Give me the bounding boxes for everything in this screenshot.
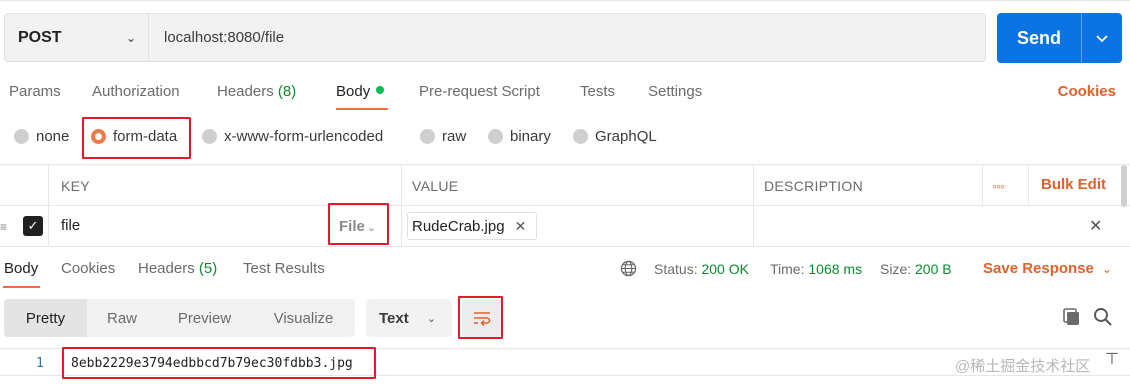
tab-headers-label: Headers — [217, 83, 274, 100]
request-bar: POST ⌄ localhost:8080/file — [4, 13, 986, 62]
tab-body[interactable]: Body — [336, 83, 385, 100]
globe-icon[interactable] — [620, 260, 637, 277]
view-preview[interactable]: Preview — [157, 299, 252, 337]
response-tabs: Body Cookies Headers (5) Test Results St… — [0, 256, 1130, 288]
size-value: 200 B — [915, 261, 952, 277]
response-tab-body[interactable]: Body — [4, 260, 38, 277]
format-label: Text — [379, 309, 409, 327]
time-value: 1068 ms — [808, 261, 863, 277]
method-select[interactable]: POST ⌄ — [5, 14, 149, 61]
body-type-none-label: none — [36, 128, 70, 145]
radio-icon — [420, 129, 435, 144]
save-response-label: Save Response — [983, 260, 1094, 277]
tab-prerequest-script[interactable]: Pre-request Script — [419, 83, 540, 100]
cookies-link[interactable]: Cookies — [1058, 83, 1116, 100]
send-options-chevron-icon[interactable] — [1082, 13, 1122, 63]
body-active-dot-icon — [376, 86, 385, 94]
body-type-raw-label: raw — [442, 128, 467, 145]
active-response-tab-indicator — [3, 286, 40, 288]
time-label: Time: — [770, 261, 805, 277]
highlight-box-file-type — [328, 203, 389, 245]
url-input[interactable]: localhost:8080/file — [149, 14, 985, 61]
row-key-input[interactable]: file — [61, 217, 80, 234]
top-border — [0, 0, 1130, 4]
tab-settings[interactable]: Settings — [648, 83, 702, 100]
column-key: KEY — [61, 177, 90, 194]
request-tabs: Params Authorization Headers (8) Body Pr… — [0, 80, 1130, 110]
line-number: 1 — [36, 356, 44, 371]
status-label: Status: — [654, 261, 698, 277]
chevron-down-icon: ⌄ — [426, 312, 436, 325]
file-chip-name: RudeCrab.jpg — [412, 217, 505, 235]
format-select[interactable]: Text ⌄ — [366, 299, 452, 337]
body-type-graphql[interactable]: GraphQL — [573, 128, 657, 145]
view-visualize[interactable]: Visualize — [252, 299, 355, 337]
body-type-graphql-label: GraphQL — [595, 128, 657, 145]
column-value: VALUE — [412, 177, 459, 194]
tab-params[interactable]: Params — [9, 83, 61, 100]
response-tab-headers-label: Headers — [138, 260, 195, 277]
body-type-binary[interactable]: binary — [488, 128, 551, 145]
scrollbar[interactable] — [1121, 165, 1127, 207]
tab-authorization[interactable]: Authorization — [92, 83, 180, 100]
copy-icon[interactable] — [1061, 306, 1083, 328]
active-tab-indicator — [336, 108, 388, 110]
response-tab-cookies[interactable]: Cookies — [61, 260, 115, 277]
time-readout: Time: 1068 ms — [770, 261, 862, 277]
send-label[interactable]: Send — [997, 13, 1081, 63]
body-type-binary-label: binary — [510, 128, 551, 145]
body-type-raw[interactable]: raw — [420, 128, 466, 145]
tab-headers-count: (8) — [277, 83, 297, 100]
text-cursor-icon: ⊤ — [1105, 351, 1119, 368]
body-type-none[interactable]: none — [14, 128, 69, 145]
view-pretty[interactable]: Pretty — [4, 299, 87, 337]
remove-file-icon[interactable]: ✕ — [515, 218, 527, 235]
file-chip[interactable]: RudeCrab.jpg ✕ — [407, 212, 538, 240]
watermark: @稀土掘金技术社区 — [955, 358, 1091, 375]
row-enabled-checkbox[interactable]: ✓ — [23, 216, 43, 236]
chevron-down-icon: ⌄ — [1101, 262, 1112, 276]
table-row: ≡ ✓ file File ⌄ RudeCrab.jpg ✕ ✕ — [0, 206, 1130, 247]
size-readout: Size: 200 B — [880, 261, 952, 277]
table-header: KEY VALUE DESCRIPTION ◦◦◦ Bulk Edit — [0, 165, 1130, 206]
body-type-urlencoded-label: x-www-form-urlencoded — [224, 128, 384, 145]
view-raw[interactable]: Raw — [87, 299, 157, 337]
save-response-button[interactable]: Save Response ⌄ — [983, 260, 1112, 277]
highlight-box-wrap — [458, 296, 503, 339]
delete-row-icon[interactable]: ✕ — [1089, 216, 1102, 236]
search-icon[interactable] — [1092, 306, 1114, 328]
column-divider — [982, 165, 983, 206]
status-value: 200 OK — [701, 261, 749, 277]
highlight-box-response — [62, 347, 376, 379]
radio-icon — [14, 129, 29, 144]
tab-body-label: Body — [336, 83, 371, 100]
column-divider — [1028, 165, 1029, 206]
response-view-switcher: Pretty Raw Preview Visualize — [4, 299, 355, 337]
highlight-box-form-data — [82, 117, 191, 159]
drag-handle-icon[interactable]: ≡ — [0, 220, 7, 234]
more-options-icon[interactable]: ◦◦◦ — [992, 178, 1005, 194]
form-data-table: KEY VALUE DESCRIPTION ◦◦◦ Bulk Edit ≡ ✓ … — [0, 164, 1130, 247]
radio-icon — [573, 129, 588, 144]
send-button[interactable]: Send — [997, 13, 1122, 63]
method-label: POST — [18, 28, 62, 46]
response-tab-headers[interactable]: Headers (5) — [138, 260, 217, 277]
response-tab-headers-count: (5) — [198, 260, 218, 277]
response-tab-test-results[interactable]: Test Results — [243, 260, 325, 277]
chevron-down-icon: ⌄ — [125, 30, 136, 45]
size-label: Size: — [880, 261, 912, 277]
tab-tests[interactable]: Tests — [580, 83, 615, 100]
tab-headers[interactable]: Headers (8) — [217, 83, 296, 100]
radio-icon — [202, 129, 217, 144]
status-readout: Status: 200 OK — [654, 261, 749, 277]
body-type-urlencoded[interactable]: x-www-form-urlencoded — [202, 128, 383, 145]
bulk-edit-button[interactable]: Bulk Edit — [1041, 176, 1106, 193]
column-description: DESCRIPTION — [764, 177, 863, 194]
radio-icon — [488, 129, 503, 144]
